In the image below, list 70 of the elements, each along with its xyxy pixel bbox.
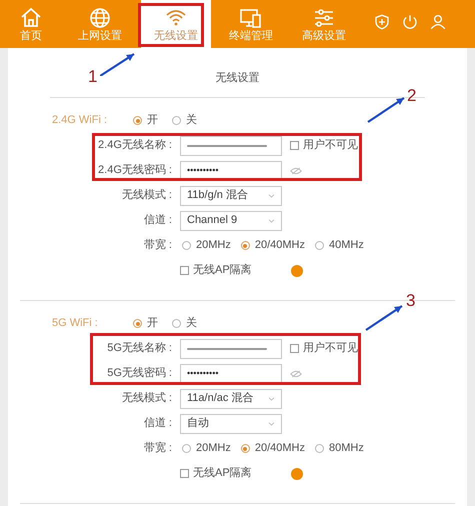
section-label: 5G WiFi : xyxy=(51,316,99,332)
checkbox-label: 无线AP隔离 xyxy=(193,262,252,278)
checkbox[interactable] xyxy=(180,469,189,478)
help-icon[interactable] xyxy=(291,264,303,276)
shield-plus-icon[interactable] xyxy=(373,13,391,31)
option-label: 开 xyxy=(147,113,158,128)
globe-icon xyxy=(88,6,112,30)
user-icon[interactable] xyxy=(429,13,447,31)
field-label: 信道 : xyxy=(142,213,173,228)
radio-button[interactable] xyxy=(314,241,324,250)
input-field[interactable] xyxy=(180,136,282,156)
arrow xyxy=(365,305,403,331)
field-label: 无线模式 : xyxy=(120,188,173,204)
callout-number: 3 xyxy=(406,292,416,309)
radio-button[interactable] xyxy=(133,319,142,328)
option-label: 20/40MHz xyxy=(254,238,305,254)
option-label: 关 xyxy=(186,112,197,128)
chevron-down-icon xyxy=(268,422,275,426)
select-dropdown[interactable]: 自动 xyxy=(180,414,282,434)
password-field[interactable]: •••••••••• xyxy=(180,364,282,384)
radio-button[interactable] xyxy=(172,116,181,125)
radio-button[interactable] xyxy=(240,241,250,250)
field-label: 带宽 : xyxy=(142,440,173,456)
radio-button[interactable] xyxy=(182,444,191,453)
select-dropdown[interactable]: 11a/n/ac 混合 xyxy=(180,388,282,408)
field-label: 2.4G无线密码 : xyxy=(97,162,173,178)
eye-slash-icon[interactable] xyxy=(290,166,302,174)
field-label: 带宽 : xyxy=(142,238,173,254)
radio-button[interactable] xyxy=(240,444,250,453)
home-icon xyxy=(19,6,43,30)
radio-button[interactable] xyxy=(133,116,142,125)
page-title: 无线设置 xyxy=(216,72,260,84)
arrow xyxy=(367,97,405,123)
select-dropdown[interactable]: Channel 9 xyxy=(180,210,282,230)
eye-slash-icon[interactable] xyxy=(290,370,302,378)
chevron-down-icon xyxy=(268,194,275,198)
option-label: 20/40MHz xyxy=(254,441,305,456)
chevron-down-icon xyxy=(268,218,275,222)
option-label: 关 xyxy=(186,316,197,332)
option-label: 20MHz xyxy=(196,238,231,254)
arrow xyxy=(100,53,135,76)
checkbox[interactable] xyxy=(290,344,299,353)
radio-button[interactable] xyxy=(182,241,191,250)
checkbox[interactable] xyxy=(180,266,189,275)
checkbox-label: 无线AP隔离 xyxy=(193,466,252,482)
option-label: 开 xyxy=(147,316,158,332)
highlight-frame xyxy=(138,3,204,47)
monitor-phone-icon xyxy=(239,6,263,30)
radio-button[interactable] xyxy=(314,444,324,453)
chevron-down-icon xyxy=(268,396,275,400)
field-label: 5G无线名称 : xyxy=(106,341,173,356)
option-label: 40MHz xyxy=(328,238,364,254)
callout-number: 2 xyxy=(407,87,416,104)
field-label: 无线模式 : xyxy=(120,391,173,406)
section-label: 2.4G WiFi : xyxy=(51,113,108,128)
field-label: 5G无线密码 : xyxy=(106,366,173,382)
option-label: 20MHz xyxy=(196,441,231,456)
checkbox[interactable] xyxy=(290,141,299,150)
help-icon[interactable] xyxy=(291,468,303,480)
checkbox-label: 用户不可见 xyxy=(303,138,358,154)
password-field[interactable]: •••••••••• xyxy=(180,160,282,180)
select-dropdown[interactable]: 11b/g/n 混合 xyxy=(180,186,282,206)
power-icon[interactable] xyxy=(401,13,419,31)
callout-number: 1 xyxy=(88,68,98,85)
option-label: 80MHz xyxy=(328,441,364,456)
field-label: 信道 : xyxy=(142,416,173,432)
radio-button[interactable] xyxy=(172,319,181,328)
field-label: 2.4G无线名称 : xyxy=(97,138,173,154)
input-field[interactable] xyxy=(180,338,282,358)
checkbox-label: 用户不可见 xyxy=(303,340,358,356)
